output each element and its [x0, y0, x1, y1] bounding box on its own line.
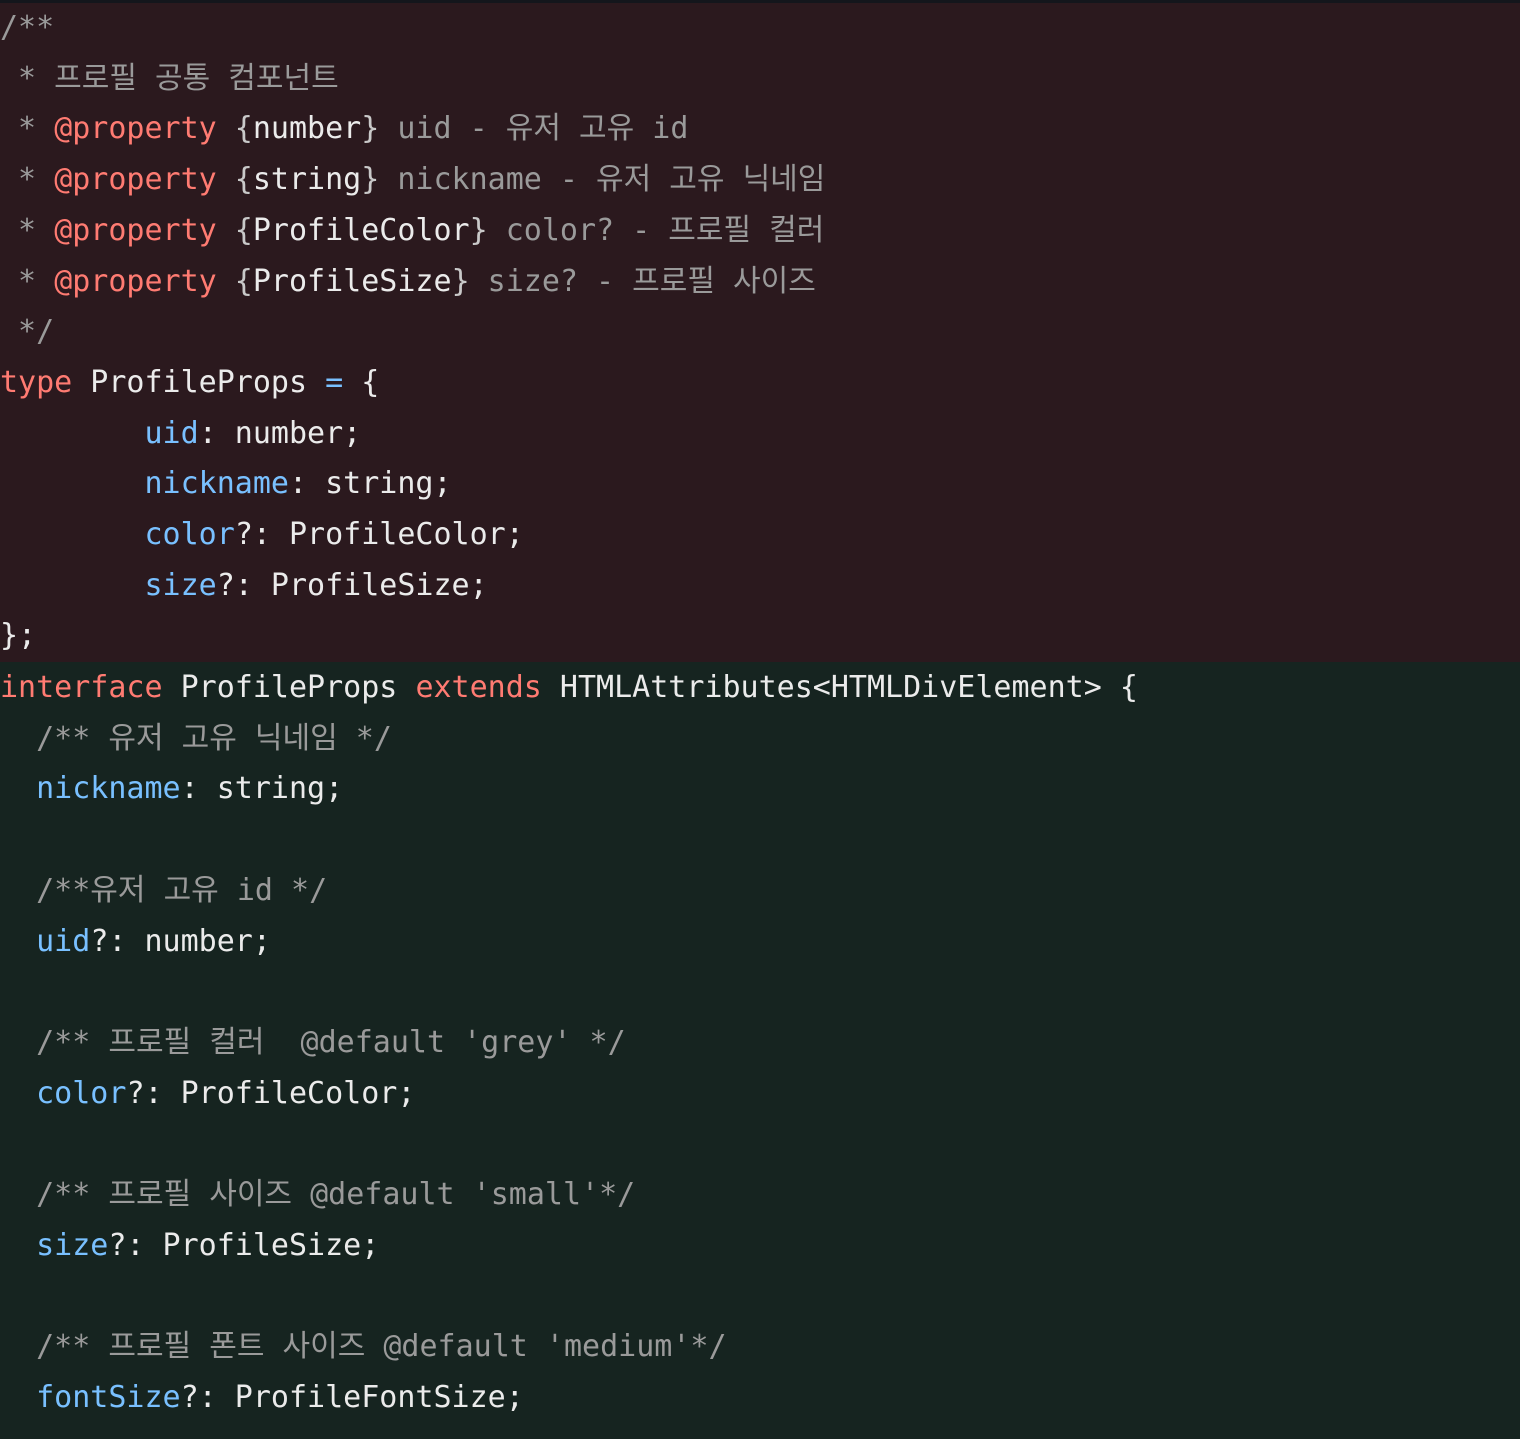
code-token: color — [144, 517, 235, 552]
code-line: /** 프로필 컬러 @default 'grey' */ — [0, 1018, 626, 1068]
code-token: } — [469, 212, 488, 248]
code-token: ?: ProfileColor; — [234, 517, 524, 552]
code-token: }; — [0, 618, 37, 654]
code-token: /**유저 고유 id */ — [0, 872, 328, 908]
code-token: string — [252, 162, 362, 198]
code-token: : string; — [289, 466, 452, 502]
code-token: ?: ProfileSize; — [108, 1227, 380, 1263]
code-token: } — [451, 263, 470, 299]
code-token: nickname - 유저 고유 닉네임 — [379, 162, 826, 198]
code-line: size?: ProfileSize; — [0, 1221, 379, 1271]
code-token: } — [361, 162, 380, 198]
code-line: nickname: string; — [0, 764, 343, 814]
code-token: * — [0, 162, 55, 198]
code-line: interface ProfileProps extends HTMLAttri… — [0, 663, 1138, 713]
code-token: ?: ProfileColor; — [126, 1075, 416, 1111]
added-code-block: interface ProfileProps extends HTMLAttri… — [0, 662, 1520, 1439]
code-token: interface — [0, 670, 163, 705]
code-line: /** 유저 고유 닉네임 */ — [0, 714, 392, 764]
code-token: uid — [36, 923, 91, 959]
code-line: uid: number; — [0, 409, 362, 459]
code-token: ProfileProps — [72, 364, 326, 400]
code-token: { — [216, 111, 253, 147]
code-token: size — [144, 567, 217, 603]
code-token: ?: number; — [90, 923, 271, 959]
code-token: type — [0, 364, 73, 400]
code-line: }; — [0, 611, 36, 661]
code-token: @property — [54, 111, 217, 147]
code-token: { — [343, 364, 380, 400]
code-token: uid — [144, 415, 199, 451]
code-token: { — [216, 212, 253, 248]
code-token: color — [36, 1075, 127, 1111]
code-token: * — [0, 212, 55, 248]
code-line: * @property {ProfileColor} color? - 프로필 … — [0, 206, 824, 256]
code-token: ProfileSize — [252, 263, 452, 299]
code-token: fontSize — [36, 1379, 181, 1415]
code-token: ?: ProfileSize; — [216, 567, 488, 603]
removed-code-block: /** * 프로필 공통 컴포넌트 * @property {number} u… — [0, 3, 1520, 662]
code-token: : number; — [198, 415, 362, 451]
code-line: type ProfileProps = { — [0, 358, 379, 408]
code-line: /** 프로필 사이즈 @default 'small'*/ — [0, 1170, 635, 1220]
code-token: @property — [54, 162, 217, 198]
code-token: ?: ProfileFontSize; — [180, 1379, 524, 1415]
code-token: = — [325, 364, 344, 400]
code-token: * — [0, 263, 55, 299]
code-token: : string; — [180, 771, 344, 807]
code-token: /** 프로필 폰트 사이즈 @default 'medium'*/ — [0, 1329, 727, 1365]
code-token: /** 프로필 컬러 @default 'grey' */ — [0, 1024, 626, 1060]
code-line: * @property {number} uid - 유저 고유 id — [0, 104, 688, 154]
code-line: fontSize?: ProfileFontSize; — [0, 1373, 524, 1423]
code-line: size?: ProfileSize; — [0, 561, 488, 611]
code-line: * @property {string} nickname - 유저 고유 닉네… — [0, 155, 825, 205]
code-token: @property — [54, 263, 217, 299]
code-line: * @property {ProfileSize} size? - 프로필 사이… — [0, 257, 816, 307]
code-token: @property — [54, 212, 217, 248]
code-token: /** 프로필 사이즈 @default 'small'*/ — [0, 1177, 636, 1212]
code-token: * 프로필 공통 컴포넌트 — [0, 60, 339, 96]
code-token: { — [216, 162, 253, 198]
code-token: extends — [415, 670, 542, 705]
code-line: uid?: number; — [0, 917, 271, 967]
code-token: /** — [0, 10, 55, 45]
code-token: * — [0, 111, 55, 147]
code-line: color?: ProfileColor; — [0, 510, 524, 560]
code-line: color?: ProfileColor; — [0, 1069, 415, 1119]
code-token: nickname — [144, 466, 290, 502]
code-token: */ — [0, 314, 55, 350]
code-token: color? - 프로필 컬러 — [487, 212, 825, 248]
code-token: uid - 유저 고유 id — [379, 111, 689, 147]
code-line: */ — [0, 307, 54, 357]
code-token: } — [361, 111, 380, 147]
code-token: { — [216, 263, 253, 299]
code-token: ProfileColor — [252, 212, 470, 248]
code-line: /**유저 고유 id */ — [0, 866, 327, 916]
code-line: /** 프로필 폰트 사이즈 @default 'medium'*/ — [0, 1322, 727, 1372]
code-token: size? - 프로필 사이즈 — [469, 263, 816, 299]
code-token: nickname — [36, 771, 181, 807]
code-line: nickname: string; — [0, 459, 452, 509]
code-token: /** 유저 고유 닉네임 */ — [0, 720, 392, 756]
code-token: ProfileProps — [162, 670, 416, 705]
code-line: /** — [0, 3, 54, 53]
code-token: size — [36, 1227, 109, 1263]
code-line: * 프로필 공통 컴포넌트 — [0, 54, 339, 104]
code-token: number — [252, 111, 362, 147]
code-token: HTMLAttributes<HTMLDivElement> { — [541, 670, 1138, 705]
